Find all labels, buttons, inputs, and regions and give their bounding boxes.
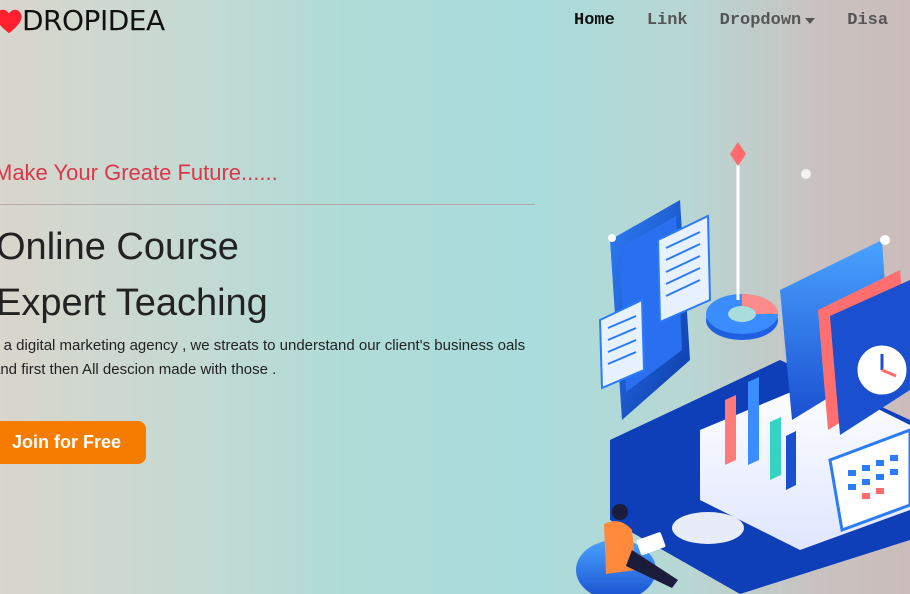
nav-dropdown[interactable]: Dropdown — [720, 11, 816, 30]
nav-link-disabled[interactable]: Disa — [847, 11, 888, 30]
hero-headline-line2: Expert Teaching — [0, 282, 268, 324]
nav-link-disabled-label: Disa — [847, 11, 889, 30]
caret-down-icon — [805, 17, 816, 24]
hero-divider — [0, 204, 535, 205]
nav-link-home[interactable]: Home — [574, 11, 615, 30]
brand-logo[interactable]: DROPIDEA — [0, 4, 165, 37]
heart-icon — [0, 9, 22, 33]
nav-link-home-label: Home — [574, 11, 615, 30]
online-education-illustration — [576, 142, 910, 594]
top-navigation: Home Link Dropdown Disa — [574, 11, 910, 30]
brand-name: DROPIDEA — [22, 4, 165, 37]
join-for-free-button[interactable]: Join for Free — [0, 421, 146, 464]
hero-tagline: Make Your Greate Future...... — [0, 160, 278, 185]
nav-link-link-label: Link — [646, 11, 688, 30]
hero-description: s a digital marketing agency , we streat… — [0, 337, 526, 378]
hero-headline-line1: Online Course — [0, 226, 239, 268]
nav-link-link[interactable]: Link — [647, 11, 688, 30]
nav-dropdown-label: Dropdown — [719, 11, 802, 30]
